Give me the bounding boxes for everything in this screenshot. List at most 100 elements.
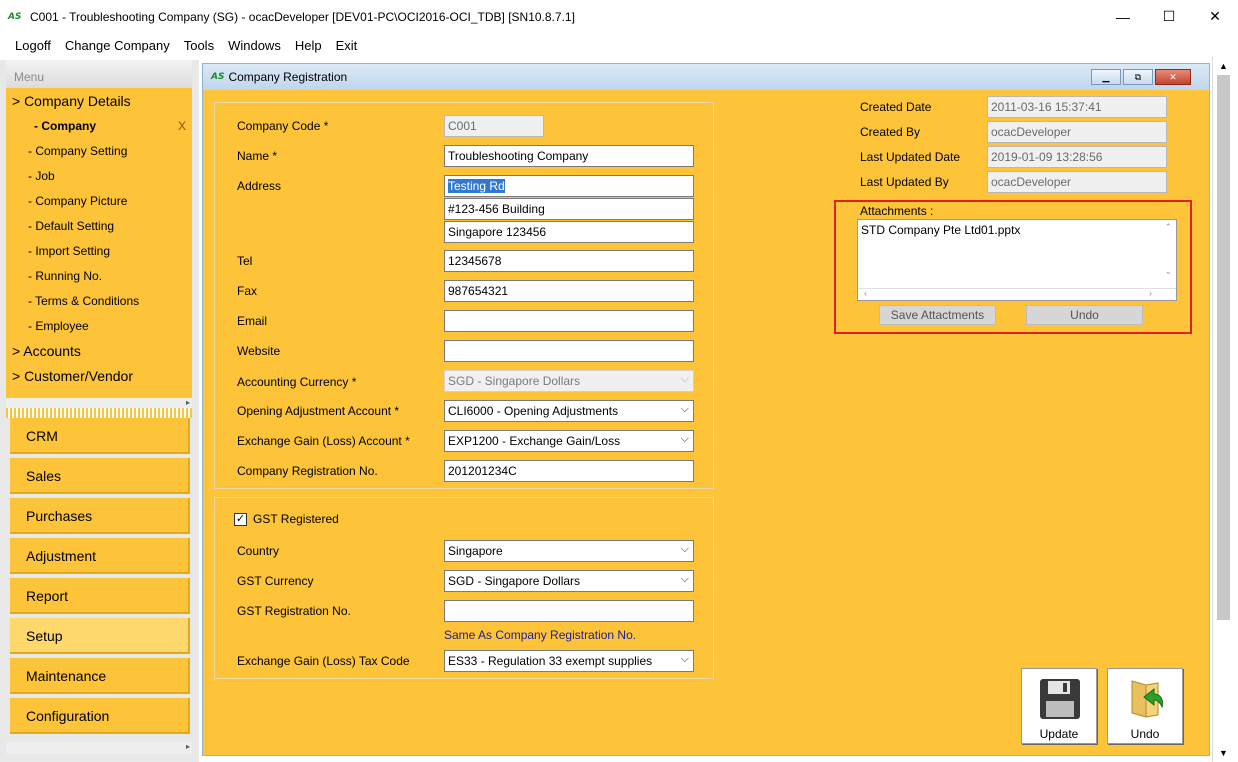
minimize-button[interactable]: — [1100,0,1146,33]
menu-logoff[interactable]: Logoff [8,38,58,53]
tree-item-company-setting[interactable]: - Company Setting [28,144,127,158]
address-line2-field[interactable]: #123-456 Building [444,198,694,220]
outer-vertical-scrollbar[interactable]: ▲ ▼ [1212,57,1238,762]
attachments-h-scrollbar[interactable]: ‹ › [858,288,1176,300]
company-reg-no-field[interactable]: 201201234C [444,460,694,482]
undo-button[interactable]: Undo [1107,668,1183,744]
child-minimize-button[interactable]: ▁ [1091,69,1121,85]
updated-date-field: 2019-01-09 13:28:56 [987,146,1167,168]
gst-reg-no-field[interactable] [444,600,694,622]
modules-scrollbar[interactable]: ▸ [6,742,192,754]
accounting-currency-select[interactable]: SGD - Singapore Dollars ⌵ [444,370,694,392]
tree-item-terms-conditions[interactable]: - Terms & Conditions [28,294,139,308]
attachments-label: Attachments : [860,204,934,218]
scroll-right-icon[interactable]: › [1149,288,1152,298]
scroll-left-icon[interactable]: ‹ [864,288,867,298]
chevron-down-icon: ⌵ [680,403,689,415]
module-configuration[interactable]: Configuration [10,698,190,734]
tree-item-company-picture[interactable]: - Company Picture [28,194,127,208]
company-code-field[interactable]: C001 [444,115,544,137]
scroll-right-icon[interactable]: ▸ [186,398,190,407]
tree-item-accounts[interactable]: > Accounts [12,343,81,359]
tree-item-default-setting[interactable]: - Default Setting [28,219,114,233]
update-label: Update [1039,727,1079,741]
sidebar-header: Menu [6,60,192,88]
tree-item-company[interactable]: - Company [34,119,96,133]
close-tree-item-icon[interactable]: X [178,119,186,133]
maximize-button[interactable]: ☐ [1146,0,1192,33]
attachments-list[interactable]: STD Company Pte Ltd01.pptx ⌃ ⌄ ‹ › [857,219,1177,301]
attachment-file[interactable]: STD Company Pte Ltd01.pptx [861,223,1020,237]
app-logo: AS [8,11,22,22]
menu-bar: Logoff Change Company Tools Windows Help… [0,33,1238,57]
tree-item-job[interactable]: - Job [28,169,55,183]
attachments-undo-button[interactable]: Undo [1026,305,1143,325]
gst-currency-label: GST Currency [237,574,314,588]
menu-windows[interactable]: Windows [221,38,288,53]
website-field[interactable] [444,340,694,362]
sidebar-splitter[interactable] [6,408,192,418]
country-value: Singapore [448,544,503,558]
module-purchases[interactable]: Purchases [10,498,190,534]
country-label: Country [237,544,280,558]
email-label: Email [237,314,268,328]
menu-help[interactable]: Help [288,38,329,53]
fax-field[interactable]: 987654321 [444,280,694,302]
email-field[interactable] [444,310,694,332]
address-line1-field[interactable]: Testing Rd [444,175,694,197]
tree-item-company-details[interactable]: > Company Details [12,93,131,109]
updated-by-field: ocacDeveloper [987,171,1167,193]
company-registration-window: AS Company Registration ▁ ⧉ ✕ Company Co… [202,63,1210,756]
window-title: C001 - Troubleshooting Company (SG) - oc… [30,9,575,24]
country-select[interactable]: Singapore ⌵ [444,540,694,562]
exchange-gain-value: EXP1200 - Exchange Gain/Loss [448,434,621,448]
address-line3-field[interactable]: Singapore 123456 [444,221,694,243]
chevron-down-icon: ⌵ [680,433,689,445]
scroll-down-icon[interactable]: ▼ [1219,748,1228,758]
module-report[interactable]: Report [10,578,190,614]
chevron-down-icon: ⌵ [680,543,689,555]
sidebar-tree: > Company Details - Company X - Company … [6,88,192,398]
tree-item-employee[interactable]: - Employee [28,319,89,333]
opening-adjustment-select[interactable]: CLI6000 - Opening Adjustments ⌵ [444,400,694,422]
scroll-down-icon[interactable]: ⌄ [1164,266,1172,277]
name-field[interactable]: Troubleshooting Company [444,145,694,167]
save-attachments-button[interactable]: Save Attactments [879,305,996,325]
created-by-label: Created By [860,125,921,139]
close-button[interactable]: ✕ [1192,0,1238,33]
exchange-gain-label: Exchange Gain (Loss) Account * [237,434,410,448]
scrollbar-thumb[interactable] [1217,75,1230,620]
tax-code-select[interactable]: ES33 - Regulation 33 exempt supplies ⌵ [444,650,694,672]
module-adjustment[interactable]: Adjustment [10,538,190,574]
scroll-up-icon[interactable]: ▲ [1219,61,1228,71]
menu-tools[interactable]: Tools [177,38,221,53]
menu-exit[interactable]: Exit [329,38,365,53]
module-setup[interactable]: Setup [10,618,190,654]
tax-code-label: Exchange Gain (Loss) Tax Code [237,654,410,668]
gst-currency-select[interactable]: SGD - Singapore Dollars ⌵ [444,570,694,592]
created-date-field: 2011-03-16 15:37:41 [987,96,1167,118]
company-code-label: Company Code * [237,119,329,133]
accounting-currency-value: SGD - Singapore Dollars [448,374,581,388]
child-close-button[interactable]: ✕ [1155,69,1191,85]
module-crm[interactable]: CRM [10,418,190,454]
chevron-down-icon: ⌵ [680,573,689,585]
name-label: Name * [237,149,278,163]
module-maintenance[interactable]: Maintenance [10,658,190,694]
scroll-right-icon[interactable]: ▸ [186,742,190,751]
update-button[interactable]: Update [1021,668,1097,744]
tel-field[interactable]: 12345678 [444,250,694,272]
child-restore-button[interactable]: ⧉ [1123,69,1153,85]
gst-currency-value: SGD - Singapore Dollars [448,574,581,588]
module-sales[interactable]: Sales [10,458,190,494]
tree-item-import-setting[interactable]: - Import Setting [28,244,110,258]
exchange-gain-select[interactable]: EXP1200 - Exchange Gain/Loss ⌵ [444,430,694,452]
address-line1-selected-text: Testing Rd [448,179,505,193]
scroll-up-icon[interactable]: ⌃ [1164,222,1172,233]
same-as-company-reg-link[interactable]: Same As Company Registration No. [444,628,636,642]
tree-item-customer-vendor[interactable]: > Customer/Vendor [12,368,133,384]
gst-registered-checkbox[interactable]: ✓ [234,513,247,526]
tree-item-running-no[interactable]: - Running No. [28,269,102,283]
menu-change-company[interactable]: Change Company [58,38,177,53]
tree-horizontal-scrollbar[interactable]: ▸ [6,398,192,408]
